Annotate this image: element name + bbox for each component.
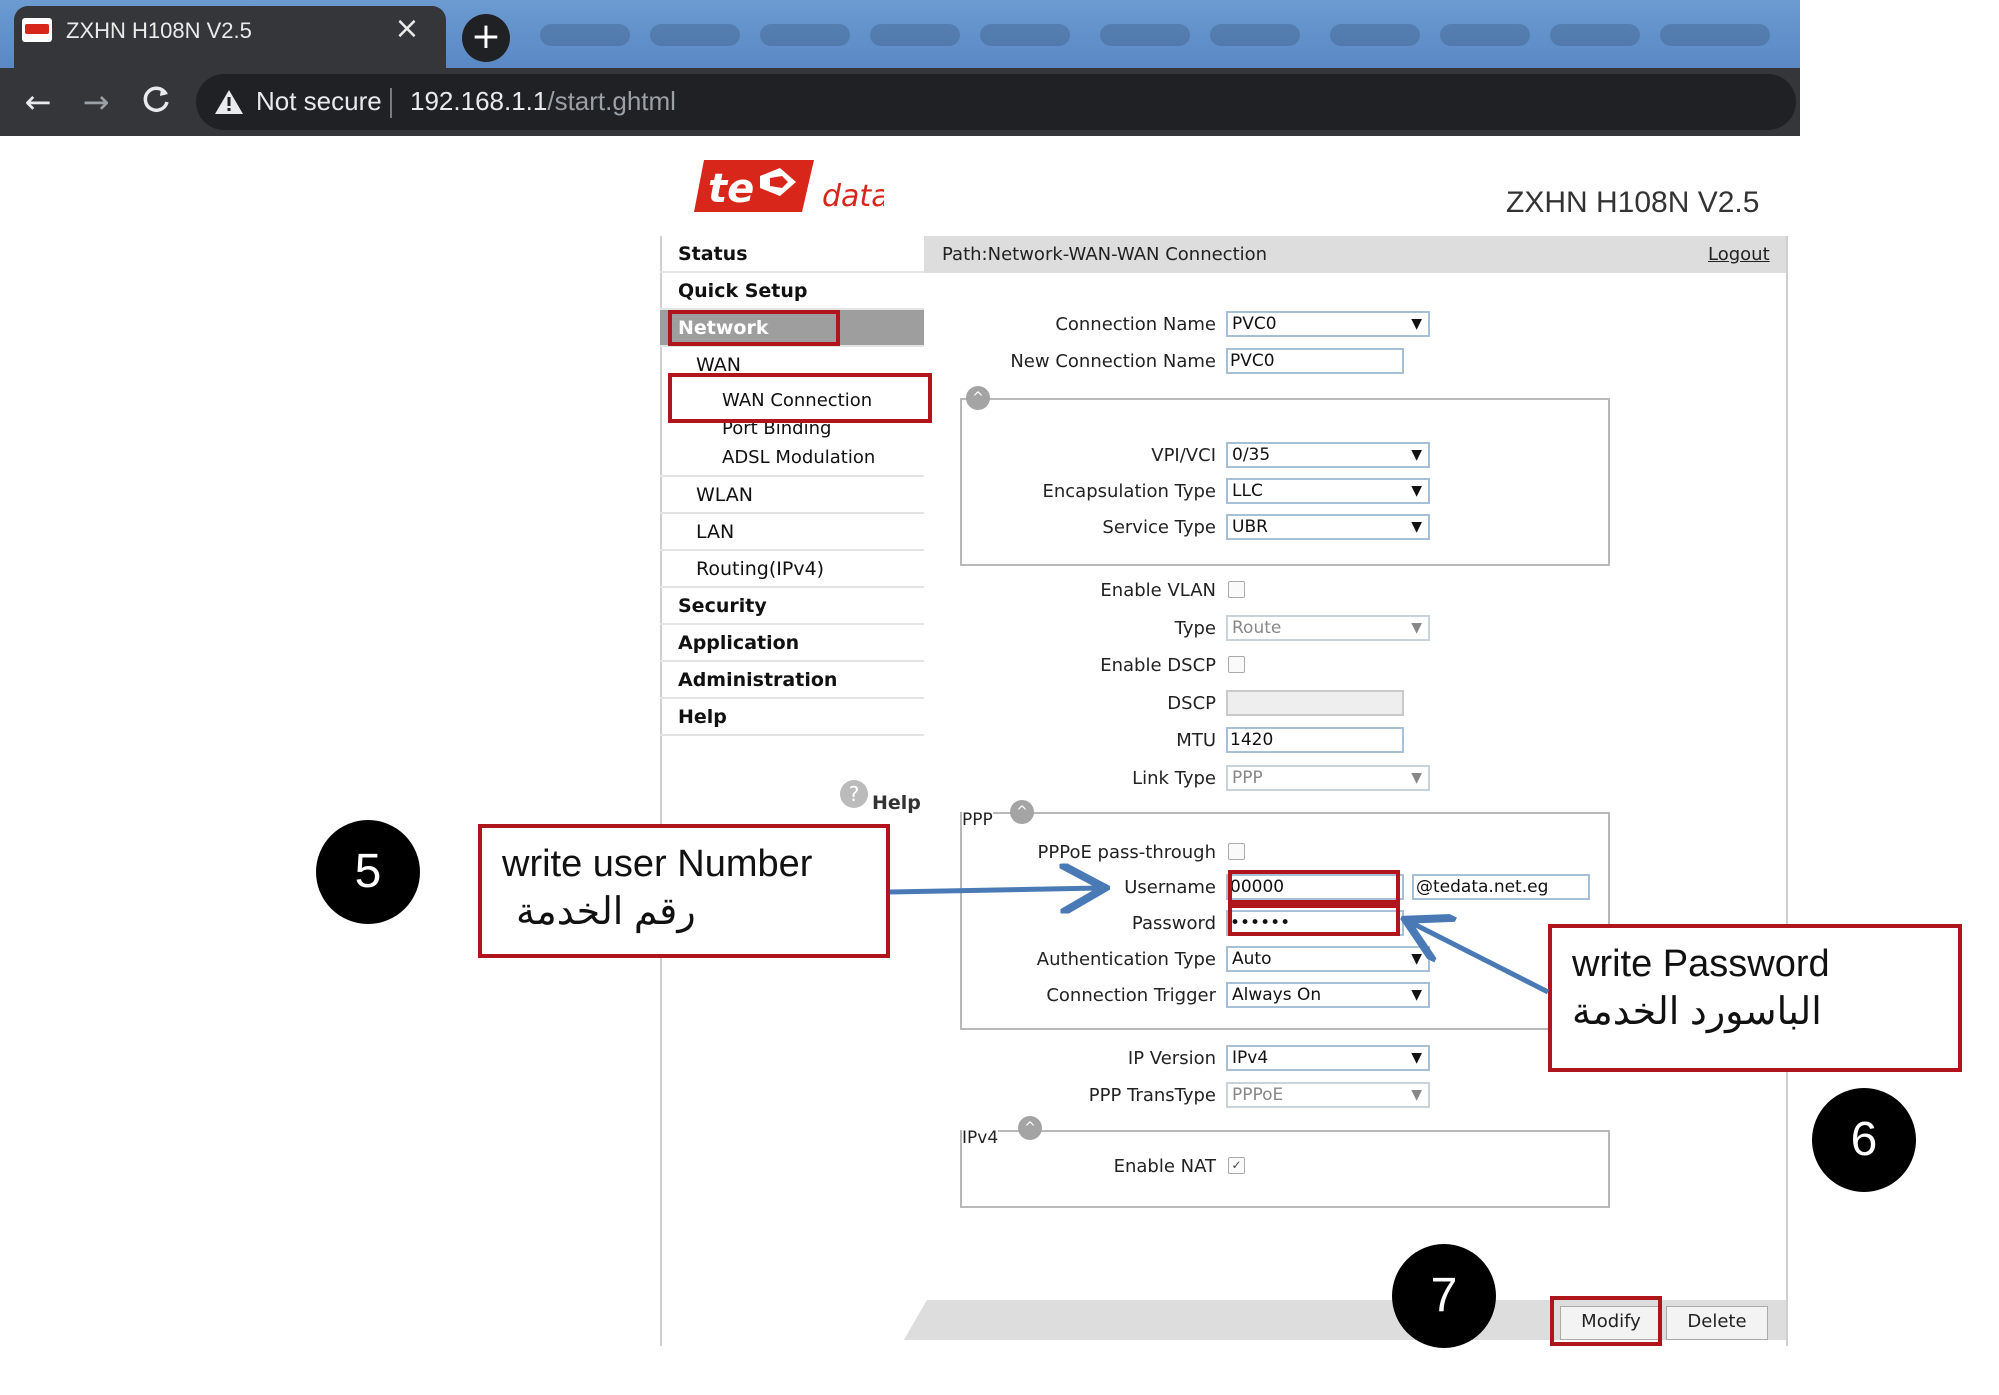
arrow-to-username — [889, 888, 1100, 892]
step-7-marker: 7 — [1392, 1244, 1496, 1348]
step-5-marker: 5 — [316, 820, 420, 924]
arrow-to-password — [1410, 922, 1550, 995]
step-6-marker: 6 — [1812, 1088, 1916, 1192]
annotation-arrows — [889, 0, 1550, 995]
